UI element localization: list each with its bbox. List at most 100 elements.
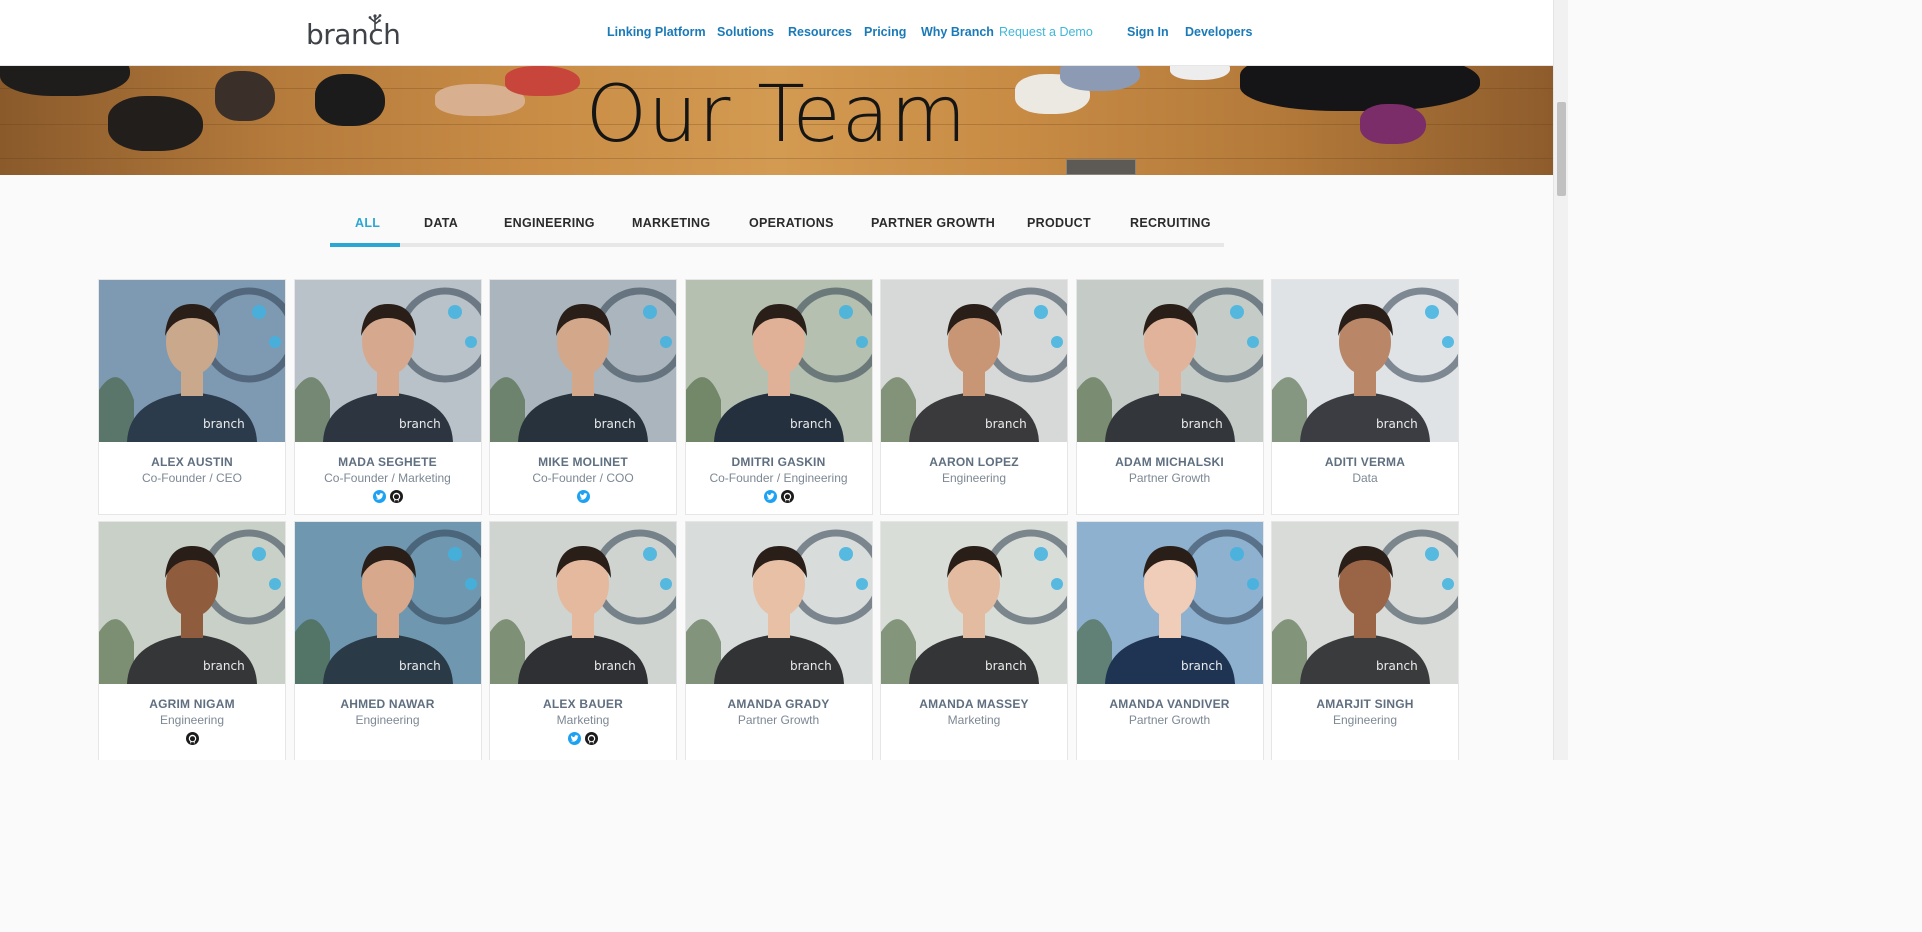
tab-data[interactable]: DATA: [424, 216, 458, 230]
tab-engineering[interactable]: ENGINEERING: [504, 216, 595, 230]
github-icon[interactable]: [185, 732, 199, 745]
team-member-card[interactable]: branch AMANDA VANDIVER Partner Growth: [1075, 521, 1264, 760]
team-member-photo: branch: [490, 280, 676, 442]
team-member-name: DMITRI GASKIN: [731, 455, 826, 469]
twitter-icon[interactable]: [576, 490, 590, 503]
team-member-name: ADAM MICHALSKI: [1115, 455, 1224, 469]
active-tab-indicator: [330, 243, 400, 247]
team-member-role: Engineering: [941, 471, 1007, 485]
tab-all[interactable]: ALL: [355, 216, 380, 230]
team-member-role: Engineering: [159, 713, 225, 727]
team-filter-tabs: ALL DATA ENGINEERING MARKETING OPERATIONS PAR…: [330, 208, 1224, 248]
team-member-photo: branch: [1076, 522, 1263, 684]
team-member-name: MIKE MOLINET: [538, 455, 628, 469]
tab-marketing[interactable]: MARKETING: [632, 216, 710, 230]
nav-sign-in[interactable]: Sign In: [1127, 25, 1169, 39]
team-member-card[interactable]: branch AMANDA GRADY Partner Growth: [684, 521, 873, 760]
team-member-card[interactable]: branch AHMED NAWAR Engineering: [293, 521, 482, 760]
team-member-card[interactable]: branch MIKE MOLINET Co-Founder / COO: [489, 279, 677, 515]
team-member-name: ALEX AUSTIN: [151, 455, 233, 469]
page: branch Linking Platform Solutions Resource…: [0, 0, 1568, 760]
team-member-photo: branch: [294, 522, 481, 684]
scrollbar-thumb[interactable]: [1557, 102, 1566, 196]
tab-partner-growth[interactable]: PARTNER GROWTH: [871, 216, 995, 230]
team-member-name: AMANDA GRADY: [727, 697, 830, 711]
tab-recruiting[interactable]: RECRUITING: [1130, 216, 1211, 230]
svg-text:branch: branch: [594, 417, 636, 431]
twitter-icon[interactable]: [372, 490, 386, 503]
page-title: Our Team: [585, 70, 968, 160]
nav-pricing[interactable]: Pricing: [864, 25, 906, 39]
team-member-card[interactable]: branch ADAM MICHALSKI Partner Growth: [1075, 279, 1264, 515]
team-member-card[interactable]: branch ALEX AUSTIN Co-Founder / CEO: [98, 279, 286, 515]
team-member-photo: branch: [1272, 280, 1458, 442]
main-nav: Linking Platform Solutions Resources Pricin…: [0, 25, 1553, 43]
nav-resources[interactable]: Resources: [788, 25, 852, 39]
twitter-icon[interactable]: [763, 490, 777, 503]
svg-text:branch: branch: [985, 417, 1027, 431]
team-member-name: AMANDA MASSEY: [919, 697, 1029, 711]
tabs-track: [330, 243, 1224, 247]
team-member-card[interactable]: branch DMITRI GASKIN Co-Founder / Engineer…: [684, 279, 873, 515]
svg-text:branch: branch: [790, 659, 832, 673]
team-member-role: Engineering: [355, 713, 420, 727]
team-member-photo: branch: [1272, 522, 1458, 684]
team-member-role: Co-Founder / COO: [532, 471, 634, 485]
team-member-role: Marketing: [556, 713, 610, 727]
team-member-photo: branch: [99, 522, 285, 684]
team-member-name: AGRIM NIGAM: [149, 697, 235, 711]
svg-text:branch: branch: [790, 417, 832, 431]
team-member-role: Partner Growth: [1128, 471, 1211, 485]
svg-text:branch: branch: [985, 659, 1027, 673]
team-member-social: [490, 490, 676, 503]
team-member-role: Co-Founder / Engineering: [709, 471, 848, 485]
team-member-role: Data: [1352, 471, 1378, 485]
team-member-role: Marketing: [947, 713, 1001, 727]
svg-text:branch: branch: [203, 417, 245, 431]
team-member-name: MADA SEGHETE: [338, 455, 437, 469]
team-member-role: Partner Growth: [1128, 713, 1211, 727]
team-member-name: ADITI VERMA: [1324, 455, 1406, 469]
team-member-role: Partner Growth: [737, 713, 820, 727]
github-icon[interactable]: [389, 490, 403, 503]
team-member-name: AARON LOPEZ: [929, 455, 1019, 469]
team-member-name: AHMED NAWAR: [340, 697, 435, 711]
tab-operations[interactable]: OPERATIONS: [749, 216, 834, 230]
svg-text:branch: branch: [594, 659, 636, 673]
team-member-role: Co-Founder / CEO: [141, 471, 243, 485]
team-member-name: ALEX BAUER: [542, 697, 623, 711]
team-member-photo: branch: [881, 280, 1067, 442]
nav-linking-platform[interactable]: Linking Platform: [607, 25, 706, 39]
team-member-photo: branch: [881, 522, 1067, 684]
team-member-photo: branch: [294, 280, 481, 442]
svg-text:branch: branch: [1181, 659, 1223, 673]
github-icon[interactable]: [585, 732, 598, 745]
github-icon[interactable]: [780, 490, 794, 503]
team-member-role: Co-Founder / Marketing: [324, 471, 451, 485]
svg-text:branch: branch: [399, 659, 441, 673]
nav-developers[interactable]: Developers: [1185, 25, 1252, 39]
svg-text:branch: branch: [1181, 417, 1223, 431]
team-member-photo: branch: [685, 280, 872, 442]
team-member-name: AMANDA VANDIVER: [1109, 697, 1230, 711]
nav-solutions[interactable]: Solutions: [717, 25, 774, 39]
tab-product[interactable]: PRODUCT: [1027, 216, 1091, 230]
team-member-card[interactable]: branch AMANDA MASSEY Marketing: [880, 521, 1068, 760]
team-member-card[interactable]: branch ALEX BAUER Marketing: [489, 521, 677, 760]
svg-text:branch: branch: [203, 659, 245, 673]
team-member-card[interactable]: branch AMARJIT SINGH Engineering: [1271, 521, 1459, 760]
team-member-social: [295, 490, 481, 503]
team-member-social: [99, 732, 285, 745]
twitter-icon[interactable]: [568, 732, 581, 745]
page-scrollbar[interactable]: [1553, 0, 1568, 760]
team-member-card[interactable]: branch MADA SEGHETE Co-Founder / Marketing: [293, 279, 482, 515]
team-member-card[interactable]: branch AGRIM NIGAM Engineering: [98, 521, 286, 760]
team-member-card[interactable]: branch AARON LOPEZ Engineering: [880, 279, 1068, 515]
nav-why-branch[interactable]: Why Branch: [921, 25, 994, 39]
svg-text:branch: branch: [399, 417, 441, 431]
team-member-photo: branch: [1076, 280, 1263, 442]
team-member-photo: branch: [685, 522, 872, 684]
team-member-card[interactable]: branch ADITI VERMA Data: [1271, 279, 1459, 515]
nav-request-demo[interactable]: Request a Demo: [999, 25, 1093, 39]
team-member-social: [490, 732, 676, 745]
